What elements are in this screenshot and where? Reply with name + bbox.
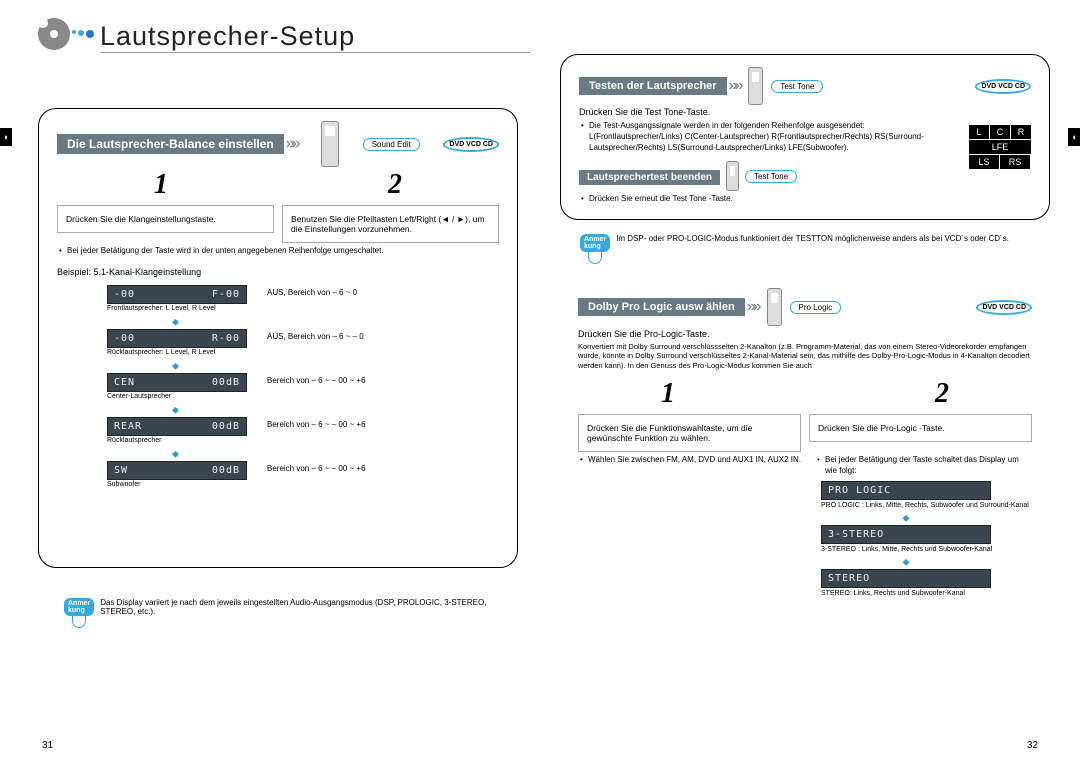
display-label: Rücklautsprecher	[107, 437, 247, 444]
side-tab-right: ◖	[1068, 128, 1080, 146]
dolby-desc: Konvertiert mit Dolby Surround verschlüs…	[578, 342, 1032, 370]
range-text: AUS, Bereich von – 6 ~ – 0	[267, 332, 364, 341]
display-box: SW00dB	[107, 461, 247, 480]
page-num-right: 32	[1027, 740, 1038, 751]
sp-R: R	[1011, 125, 1031, 139]
remote-icon	[321, 121, 339, 167]
display-box: CEN00dB	[107, 373, 247, 392]
step-row: Drücken Sie die Klangeinstellungstaste. …	[57, 205, 499, 243]
dolby-title: Dolby Pro Logic ausw ählen	[578, 298, 745, 316]
down-arrow-icon: ⬥	[172, 361, 499, 372]
test-bullet: Die Test-Ausgangssignale werden in der f…	[579, 121, 959, 153]
dolby-step-num-2: 2	[935, 378, 949, 410]
balance-title-row: Die Lautsprecher-Balance einstellen »»	[57, 134, 298, 154]
end-test-title: Lautsprechertest beenden	[579, 170, 720, 185]
mode-label: STEREO: Links, Rechts und Subwoofer-Kana…	[821, 590, 1032, 597]
page-left: Lautsprecher-Setup ◗ Die Lautsprecher-Ba…	[0, 0, 540, 763]
down-arrow-icon: ⬥	[821, 557, 991, 568]
sp-LFE: LFE	[969, 140, 1031, 154]
chevron-icon: »»	[747, 298, 759, 316]
range-text: Bereich von – 6 ~ – 00 ~ +6	[267, 464, 366, 473]
dvd-badge: DVD VCD CD	[976, 300, 1032, 315]
mode-list: PRO LOGIC PRO LOGIC : Links, Mitte, Recht…	[821, 481, 1032, 597]
step-num-1: 1	[154, 169, 168, 201]
display-box: -00R-00	[107, 329, 247, 348]
range-text: Bereich von – 6 ~ – 00 ~ +6	[267, 376, 366, 385]
balance-section: Die Lautsprecher-Balance einstellen »» S…	[38, 108, 518, 568]
test-note-text: Im DSP- oder PRO-LOGIC-Modus funktionier…	[616, 234, 1009, 243]
down-arrow-icon: ⬥	[172, 405, 499, 416]
dolby-step1: Drücken Sie die Funktionswahltaste, um d…	[578, 414, 801, 452]
sp-RS: RS	[1000, 155, 1030, 169]
example-label: Beispiel: 5.1-Kanal-Klangeinstellung	[57, 267, 499, 277]
mode-display: STEREO	[821, 569, 991, 588]
end-test-text: Drücken Sie erneut die Test Tone -Taste.	[579, 194, 959, 205]
sound-edit-badge: Sound Edit	[363, 138, 420, 151]
step2-cell: Benutzen Sie die Pfeiltasten Left/Right …	[282, 205, 499, 243]
dolby-bullet2: Bei jeder Betätigung der Taste schaltet …	[815, 455, 1032, 477]
page-num-left: 31	[42, 740, 53, 751]
dolby-step-num-1: 1	[661, 378, 675, 410]
pro-logic-badge: Pro Logic	[790, 301, 842, 314]
test-instruction: Drücken Sie die Test Tone-Taste.	[579, 107, 959, 117]
down-arrow-icon: ⬥	[172, 317, 499, 328]
balance-note: Anmer kung Das Display variiert je nach …	[64, 598, 504, 628]
test-title: Testen der Lautsprecher	[579, 77, 727, 95]
dvd-badge: DVD VCD CD	[443, 137, 499, 152]
step1-cell: Drücken Sie die Klangeinstellungstaste.	[57, 205, 274, 233]
chevron-icon: »»	[286, 135, 298, 153]
page-title: Lautsprecher-Setup	[100, 21, 355, 52]
test-tone-badge-2: Test Tone	[745, 170, 797, 183]
test-section: Testen der Lautsprecher »» Test Tone DVD…	[560, 54, 1050, 220]
sp-C: C	[990, 125, 1010, 139]
page-right: ◖ Testen der Lautsprecher »» Test Tone D…	[540, 0, 1080, 763]
display-box: -00F-00	[107, 285, 247, 304]
dolby-bullet1: Wählen Sie zwischen FM, AM, DVD und AUX1…	[578, 455, 805, 598]
step-num-2: 2	[388, 169, 402, 201]
remote-icon	[767, 288, 782, 326]
sp-LS: LS	[969, 155, 999, 169]
sp-L: L	[969, 125, 989, 139]
chevron-icon: »»	[729, 77, 741, 95]
display-label: Subwoofer	[107, 481, 247, 488]
remote-icon	[748, 67, 763, 105]
dolby-section: Dolby Pro Logic ausw ählen »» Pro Logic …	[560, 280, 1050, 700]
balance-note-text: Das Display variiert je nach dem jeweils…	[100, 598, 504, 616]
dolby-instruction: Drücken Sie die Pro-Logic-Taste.	[578, 329, 1032, 339]
dvd-badge: DVD VCD CD	[975, 79, 1031, 94]
down-arrow-icon: ⬥	[172, 449, 499, 460]
range-text: Bereich von – 6 ~ – 00 ~ +6	[267, 420, 366, 429]
test-note: Anmer kung Im DSP- oder PRO-LOGIC-Modus …	[580, 234, 1020, 264]
balance-bullet: Bei jeder Betätigung der Taste wird in d…	[57, 246, 499, 257]
display-label: Center-Lautsprecher	[107, 393, 247, 400]
display-label: Rücklautsprecher: L Level, R Level	[107, 349, 247, 356]
mode-display: 3-STEREO	[821, 525, 991, 544]
speaker-grid: L C R LFE LS RS	[969, 125, 1031, 208]
title-rule	[100, 52, 530, 53]
mode-label: 3-STEREO : Links, Mitte, Rechts und Subw…	[821, 546, 1032, 553]
display-label: Frontlautsprecher: L Level, R Level	[107, 305, 247, 312]
mode-display: PRO LOGIC	[821, 481, 991, 500]
display-box: REAR00dB	[107, 417, 247, 436]
test-tone-badge: Test Tone	[771, 80, 823, 93]
range-text: AUS, Bereich von – 6 ~ 0	[267, 288, 357, 297]
dolby-step2: Drücken Sie die Pro-Logic -Taste.	[809, 414, 1032, 442]
display-list: -00F-00Frontlautsprecher: L Level, R Lev…	[107, 285, 499, 492]
side-tab-left: ◗	[0, 128, 12, 146]
note-loop-icon	[588, 250, 602, 264]
mode-label: PRO LOGIC : Links, Mitte, Rechts, Subwoo…	[821, 502, 1032, 509]
note-loop-icon	[72, 614, 86, 628]
disc-icon	[30, 12, 100, 60]
down-arrow-icon: ⬥	[821, 513, 991, 524]
remote-icon	[726, 161, 739, 191]
balance-title: Die Lautsprecher-Balance einstellen	[57, 134, 284, 154]
